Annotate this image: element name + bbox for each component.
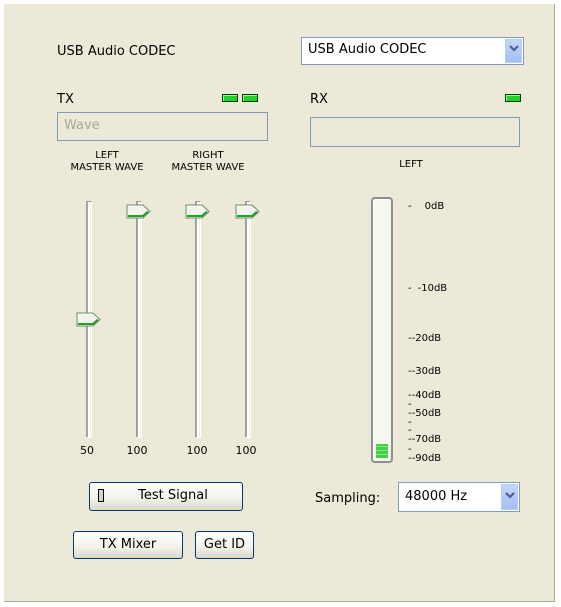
db-minor-tick: - [408, 425, 412, 436]
tx-indicator-right [242, 94, 258, 102]
db-tick-text: -40dB [411, 390, 442, 401]
db-tick-label: - -10dB [408, 283, 447, 294]
audio-settings-panel: USB Audio CODEC USB Audio CODEC TX Wave … [3, 3, 556, 603]
test-signal-indicator [98, 489, 104, 502]
db-tick-label: --30dB [408, 366, 441, 377]
db-tick-text: -20dB [411, 333, 442, 344]
slider-thumb-right-master[interactable] [185, 204, 210, 219]
tx-right-header: RIGHT MASTER WAVE [168, 150, 248, 174]
chevron-down-icon[interactable] [501, 484, 518, 510]
db-tick-label: --50dB [408, 408, 441, 419]
test-signal-button[interactable]: Test Signal [89, 482, 243, 511]
rx-meter-header: LEFT [399, 159, 423, 170]
chevron-down-icon[interactable] [505, 39, 522, 63]
slider-value-left-wave: 100 [126, 444, 148, 457]
rx-indicator [505, 94, 521, 102]
db-tick-text: -50dB [411, 408, 442, 419]
rx-level-fill [376, 444, 388, 458]
device-label: USB Audio CODEC [57, 44, 176, 59]
db-tick-mark: - [408, 283, 412, 294]
tx-mixer-button[interactable]: TX Mixer [73, 531, 183, 559]
device-select[interactable]: USB Audio CODEC [301, 37, 524, 65]
slider-value-left-master: 50 [80, 444, 94, 457]
tx-label: TX [57, 92, 74, 107]
db-minor-tick: - [408, 399, 412, 410]
db-tick-label: --70dB [408, 434, 441, 445]
tx-left-header: LEFT MASTER WAVE [67, 150, 147, 174]
slider-track-left-wave[interactable] [136, 201, 142, 438]
db-minor-tick: - [408, 444, 412, 455]
db-tick-label: --40dB [408, 390, 441, 401]
sampling-label: Sampling: [315, 491, 381, 506]
db-tick-mark: - [408, 201, 412, 212]
slider-value-right-wave: 100 [235, 444, 257, 457]
tx-indicator-left [222, 94, 238, 102]
slider-track-right-wave[interactable] [245, 201, 251, 438]
sampling-select-value: 48000 Hz [405, 489, 468, 504]
test-signal-label: Test Signal [138, 488, 208, 503]
slider-thumb-right-wave[interactable] [235, 204, 260, 219]
rx-source-field[interactable] [310, 117, 520, 147]
sampling-select[interactable]: 48000 Hz [398, 482, 520, 512]
tx-source-field[interactable]: Wave [57, 112, 268, 141]
db-tick-text: -90dB [411, 453, 442, 464]
get-id-button[interactable]: Get ID [195, 531, 254, 559]
device-select-value: USB Audio CODEC [308, 42, 427, 57]
slider-value-right-master: 100 [186, 444, 208, 457]
rx-level-meter [371, 197, 393, 463]
db-tick-text: -70dB [411, 434, 442, 445]
tx-left-header-text: LEFT MASTER WAVE [70, 150, 144, 173]
db-tick-label: --90dB [408, 453, 441, 464]
db-tick-text: 0dB [424, 201, 445, 212]
slider-thumb-left-master[interactable] [76, 312, 101, 327]
rx-label: RX [310, 92, 328, 107]
db-tick-text: -30dB [411, 366, 442, 377]
db-tick-label: - 0dB [408, 201, 444, 212]
slider-thumb-left-wave[interactable] [126, 204, 151, 219]
db-tick-label: --20dB [408, 333, 441, 344]
db-tick-text: -10dB [417, 283, 448, 294]
slider-track-right-master[interactable] [195, 201, 201, 438]
tx-right-header-text: RIGHT MASTER WAVE [171, 150, 245, 173]
